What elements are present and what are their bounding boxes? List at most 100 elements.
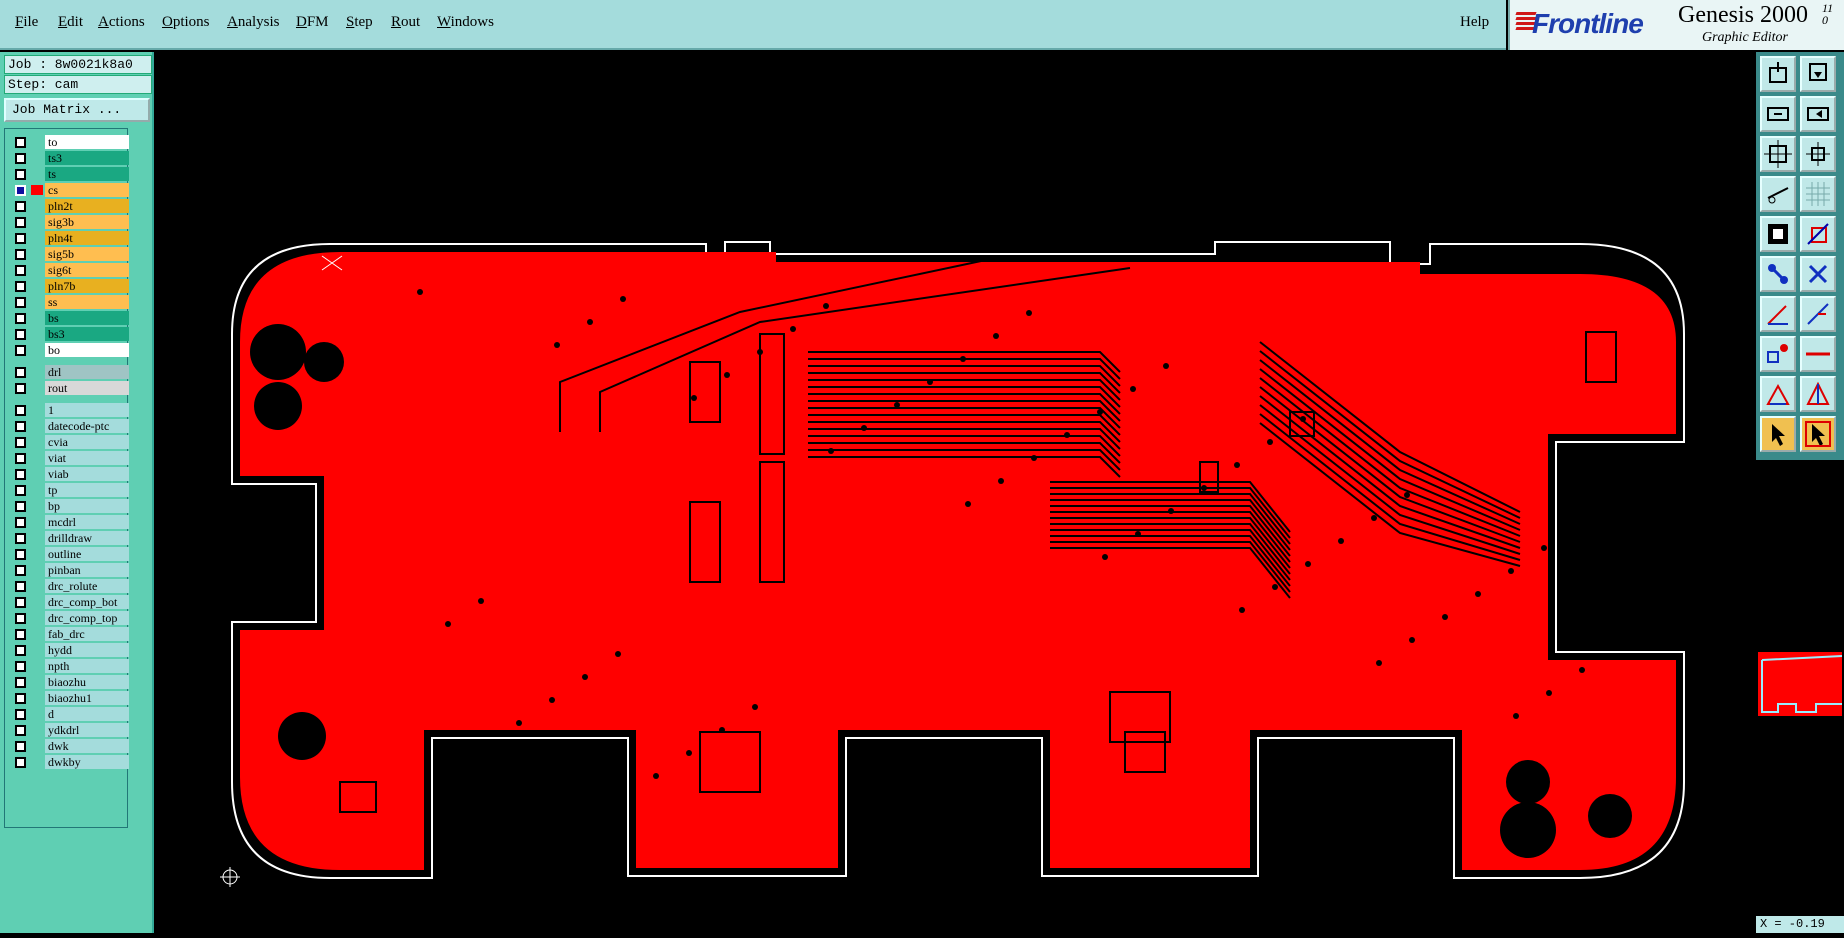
move-button[interactable] [1800,216,1836,252]
triangle2-button[interactable] [1800,376,1836,412]
layer-row-pln4t[interactable]: pln4t [9,231,131,245]
layer-checkbox[interactable] [15,661,26,672]
triangle-button[interactable] [1760,376,1796,412]
layer-row-mcdrl[interactable]: mcdrl [9,515,131,529]
layer-checkbox[interactable] [15,469,26,480]
layer-row-outline[interactable]: outline [9,547,131,561]
layer-checkbox[interactable] [15,437,26,448]
layer-row-ts3[interactable]: ts3 [9,151,131,165]
layer-row-biaozhu1[interactable]: biaozhu1 [9,691,131,705]
zoom-area-button[interactable] [1800,136,1836,172]
overview-map[interactable] [1756,460,1844,916]
edit-button[interactable] [1760,256,1796,292]
pointer-button[interactable] [1760,416,1796,452]
layer-checkbox[interactable] [15,233,26,244]
layer-checkbox[interactable] [15,185,26,196]
layer-row-npth[interactable]: npth [9,659,131,673]
zoom-back-button[interactable] [1800,96,1836,132]
layer-row-pln2t[interactable]: pln2t [9,199,131,213]
layer-row-cs[interactable]: cs [9,183,131,197]
net-button[interactable] [1760,336,1796,372]
layer-row-dwk[interactable]: dwk [9,739,131,753]
layer-row-drc_comp_bot[interactable]: drc_comp_bot [9,595,131,609]
layer-checkbox[interactable] [15,597,26,608]
layer-checkbox[interactable] [15,501,26,512]
layer-checkbox[interactable] [15,517,26,528]
layer-row-bs[interactable]: bs [9,311,131,325]
fit-button[interactable] [1760,136,1796,172]
menu-file[interactable]: File [15,14,38,31]
delete-button[interactable] [1800,256,1836,292]
layer-checkbox[interactable] [15,709,26,720]
job-matrix-button[interactable]: Job Matrix ... [4,98,150,122]
layer-row-fab_drc[interactable]: fab_drc [9,627,131,641]
layer-checkbox[interactable] [15,201,26,212]
zoom-home-button[interactable] [1760,96,1796,132]
pcb-layout-view[interactable] [156,52,1756,933]
menu-edit[interactable]: Edit [58,14,83,31]
layer-checkbox[interactable] [15,329,26,340]
layer-checkbox[interactable] [15,297,26,308]
snapshot-button[interactable] [1760,56,1796,92]
menu-help[interactable]: Help [1460,14,1489,31]
layer-checkbox[interactable] [15,565,26,576]
layer-row-sig5b[interactable]: sig5b [9,247,131,261]
layer-row-rout[interactable]: rout [9,381,131,395]
layer-checkbox[interactable] [15,383,26,394]
layer-checkbox[interactable] [15,367,26,378]
layer-row-ts[interactable]: ts [9,167,131,181]
layer-row-datecode-ptc[interactable]: datecode-ptc [9,419,131,433]
menu-dfm[interactable]: DFM [296,14,329,31]
layer-row-drc_rolute[interactable]: drc_rolute [9,579,131,593]
menu-options[interactable]: Options [162,14,210,31]
layer-checkbox[interactable] [15,345,26,356]
layer-row-sig6t[interactable]: sig6t [9,263,131,277]
layer-checkbox[interactable] [15,281,26,292]
layer-checkbox[interactable] [15,533,26,544]
layer-checkbox[interactable] [15,677,26,688]
layer-checkbox[interactable] [15,421,26,432]
layer-checkbox[interactable] [15,405,26,416]
layer-checkbox[interactable] [15,169,26,180]
menu-step[interactable]: Step [346,14,373,31]
layer-checkbox[interactable] [15,629,26,640]
select-button[interactable] [1760,216,1796,252]
save-button[interactable] [1800,56,1836,92]
layer-row-hydd[interactable]: hydd [9,643,131,657]
layer-row-drc_comp_top[interactable]: drc_comp_top [9,611,131,625]
layer-row-tp[interactable]: tp [9,483,131,497]
grid-button[interactable] [1800,176,1836,212]
layer-checkbox[interactable] [15,581,26,592]
menu-windows[interactable]: Windows [437,14,494,31]
layer-row-to[interactable]: to [9,135,131,149]
layer-checkbox[interactable] [15,645,26,656]
layer-checkbox[interactable] [15,485,26,496]
layer-row-sig3b[interactable]: sig3b [9,215,131,229]
line2-button[interactable] [1800,336,1836,372]
layer-checkbox[interactable] [15,549,26,560]
layer-checkbox[interactable] [15,453,26,464]
layer-row-d[interactable]: d [9,707,131,721]
layer-row-drl[interactable]: drl [9,365,131,379]
layer-row-pinban[interactable]: pinban [9,563,131,577]
measure-button[interactable] [1760,176,1796,212]
menu-rout[interactable]: Rout [391,14,420,31]
layer-row-drilldraw[interactable]: drilldraw [9,531,131,545]
layer-row-bp[interactable]: bp [9,499,131,513]
layer-row-viab[interactable]: viab [9,467,131,481]
layer-checkbox[interactable] [15,249,26,260]
layer-checkbox[interactable] [15,757,26,768]
graphic-canvas[interactable] [156,52,1756,933]
layer-checkbox[interactable] [15,613,26,624]
layer-row-cvia[interactable]: cvia [9,435,131,449]
layer-row-bs3[interactable]: bs3 [9,327,131,341]
layer-row-biaozhu[interactable]: biaozhu [9,675,131,689]
layer-row-pln7b[interactable]: pln7b [9,279,131,293]
layer-row-ydkdrl[interactable]: ydkdrl [9,723,131,737]
line-button[interactable] [1760,296,1796,332]
layer-row-ss[interactable]: ss [9,295,131,309]
menu-actions[interactable]: Actions [98,14,145,31]
pointer2-button[interactable] [1800,416,1836,452]
layer-checkbox[interactable] [15,217,26,228]
layer-checkbox[interactable] [15,313,26,324]
